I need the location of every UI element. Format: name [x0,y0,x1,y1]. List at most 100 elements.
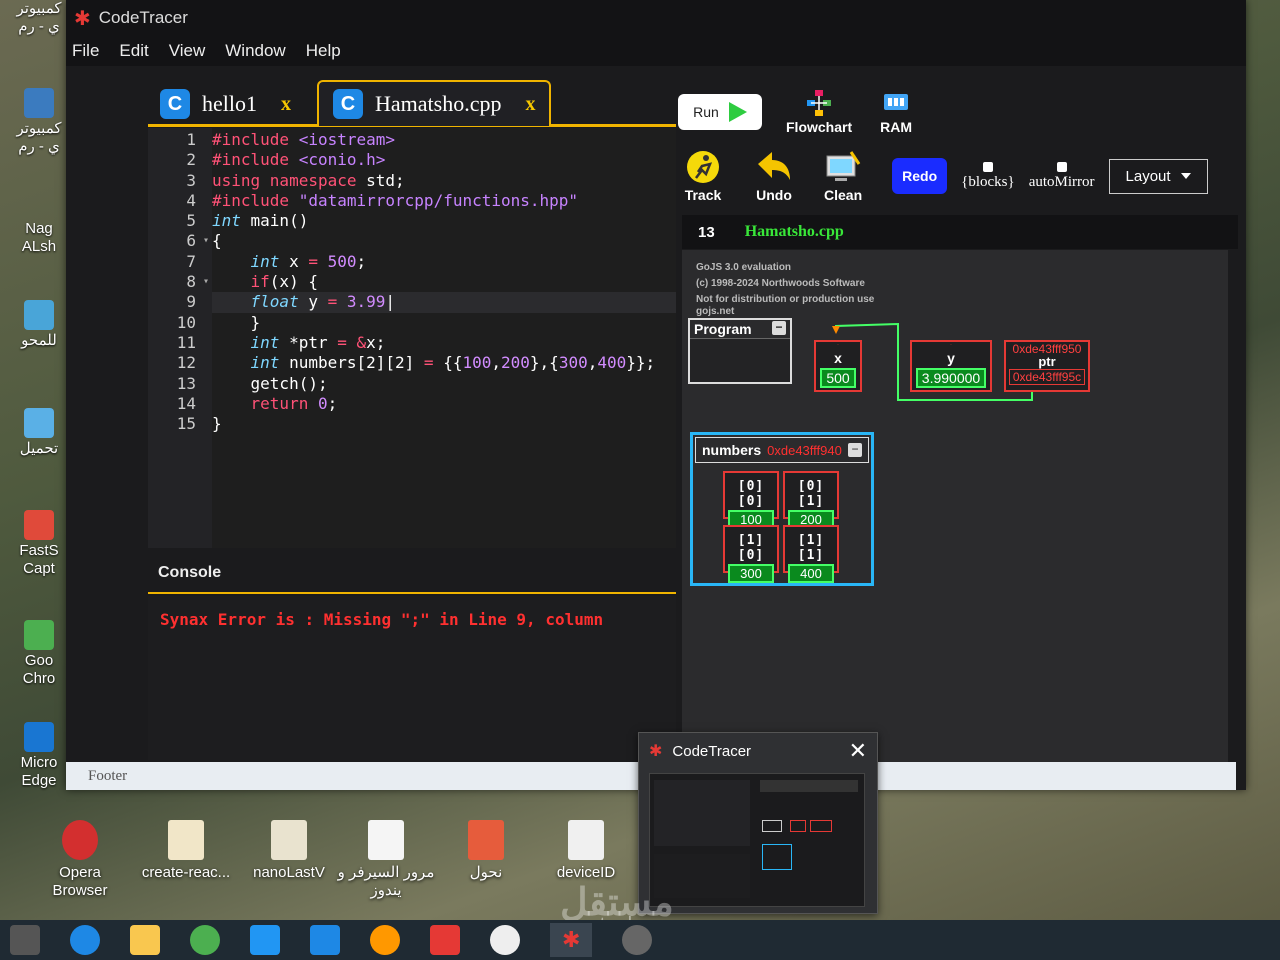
file-explorer-icon[interactable] [130,925,160,955]
gmail-icon[interactable] [430,925,460,955]
code-editor[interactable]: 1 2 3 4 5 6 ▾ 7 8 ▾ 9 10 11 12 13 14 15 #i… [148,128,676,548]
layout-dropdown[interactable]: Layout [1108,158,1208,194]
desktop-icon-label[interactable]: Goo Chro [2,620,76,688]
array-cell[interactable]: [0][1] 200 [783,471,839,529]
blocks-toggle[interactable]: {blocks} [961,161,1015,191]
desktop-icon-convert[interactable]: نحول [456,820,516,910]
fold-marker-icon[interactable]: ▾ [203,272,209,292]
code-line[interactable]: int *ptr = &x; [212,333,676,353]
code-token: }}; [626,353,656,373]
fold-marker-icon[interactable]: ▾ [203,231,209,251]
desktop-icon-label[interactable]: تحميل [2,408,76,458]
gojs-notice: GoJS 3.0 evaluation (c) 1998-2024 Northw… [696,262,875,317]
clean-monitor-icon [826,150,861,181]
edge-icon[interactable] [70,925,100,955]
desktop-icon-label[interactable]: للمحو [2,300,76,350]
code-line[interactable]: float y = 3.99| [212,292,676,313]
tab-close-button[interactable]: x [281,93,291,116]
track-button[interactable]: Track [682,150,724,203]
store-icon[interactable] [250,925,280,955]
code-line[interactable]: #include <conio.h> [212,150,676,170]
desktop-icon-label[interactable]: FastS Capt [2,510,76,578]
code-lines[interactable]: #include <iostream> #include <conio.h> usi… [212,128,676,548]
collapse-button[interactable]: − [848,443,862,457]
taskbar-window-preview[interactable]: ✱ CodeTracer ✕ [638,732,878,914]
code-line[interactable]: int numbers[2][2] = {{100,200},{300,400}… [212,353,676,373]
menu-edit[interactable]: Edit [119,41,148,61]
desktop-icon-label[interactable]: كمبيوتر ي - رم [2,88,76,156]
flowchart-button[interactable]: Flowchart [786,89,852,135]
codetracer-taskbar-button[interactable]: ✱ [550,923,593,957]
code-token: int [250,332,290,352]
chrome-icon[interactable] [190,925,220,955]
file-icon [271,820,307,860]
memory-diagram-canvas[interactable]: GoJS 3.0 evaluation (c) 1998-2024 Northw… [682,250,1228,762]
desktop-icon-label[interactable]: Nag ALsh [2,220,76,256]
document-icon [368,820,404,860]
code-line[interactable]: { [212,231,676,251]
code-line[interactable]: #include "datamirrorcpp/functions.hpp" [212,191,676,211]
code-line[interactable]: int x = 500; [212,252,676,272]
layout-label: Layout [1125,167,1171,185]
menu-help[interactable]: Help [306,41,341,61]
tab-close-button[interactable]: x [525,93,535,116]
tab-hello1[interactable]: C hello1 x [148,82,303,126]
desktop-icon-label[interactable]: Micro Edge [2,722,76,790]
toggle-checkbox[interactable] [982,161,993,172]
run-button[interactable]: Run [678,94,762,130]
line-number: 7 [186,251,196,271]
array-cell[interactable]: [1][1] 400 [783,525,839,583]
task-view-icon[interactable] [10,925,40,955]
array-cell[interactable]: [1][0] 300 [723,525,779,583]
undo-button[interactable]: Undo [756,150,792,203]
preview-title: CodeTracer [672,742,752,760]
menu-file[interactable]: File [72,41,99,61]
code-token: return [250,393,318,413]
code-line[interactable]: getch(); [212,374,676,394]
array-numbers-node[interactable]: numbers 0xde43fff940 − [0][0] 100 [0][1]… [690,432,874,586]
code-token: #include [212,130,299,149]
preview-thumbnail[interactable] [649,773,865,907]
line-number: 4 [186,190,196,210]
desktop-icon-opera[interactable]: Opera Browser [40,820,120,910]
automirror-toggle[interactable]: autoMirror [1029,161,1095,191]
tab-hamatsho-cpp[interactable]: C Hamatsho.cpp x [317,80,552,126]
settings-icon[interactable] [622,925,653,955]
line-number: 15 [176,414,196,434]
ram-icon [884,93,909,110]
code-line[interactable]: #include <iostream> [212,130,676,150]
pointer-ptr-node[interactable]: 0xde43fff950 ptr 0xde43fff95c [1004,340,1090,392]
github-icon[interactable] [490,925,520,955]
vscode-icon[interactable] [310,925,340,955]
redo-button[interactable]: Redo [892,158,948,194]
desktop-icon-nanolastv[interactable]: nanoLastV [244,820,334,910]
desktop-icon-server[interactable]: مرور السيرفر و يندوز [336,820,436,910]
ram-button[interactable]: RAM [880,90,912,135]
array-cell[interactable]: [0][0] 100 [723,471,779,529]
code-line[interactable]: using namespace std; [212,171,676,191]
clean-button[interactable]: Clean [824,150,862,203]
code-token: <iostream> [298,130,396,149]
variable-y-node[interactable]: · y 3.990000 [910,340,992,392]
code-line[interactable]: return 0; [212,394,676,414]
collapse-button[interactable]: − [772,321,786,335]
chrome-icon [24,620,54,650]
program-node[interactable]: Program − [688,318,792,384]
code-token: using [212,170,270,190]
menu-view[interactable]: View [169,41,206,61]
toggle-checkbox[interactable] [1056,161,1067,172]
code-token: 500 [327,251,357,271]
variable-x-node[interactable]: · x 500 [814,340,862,392]
close-icon[interactable]: ✕ [849,738,867,764]
code-line[interactable]: } [212,313,676,333]
desktop-icon-create-react[interactable]: create-reac... [136,820,236,910]
pointer-name: ptr [1038,354,1056,369]
computer-icon [24,88,54,118]
desktop-icon-label[interactable]: كمبيوتر ي - رم [2,0,76,36]
code-line[interactable]: } [212,414,676,434]
code-line[interactable]: if(x) { [212,272,676,292]
menu-window[interactable]: Window [225,41,285,61]
code-line[interactable]: int main() [212,211,676,231]
search-app-icon[interactable] [370,925,400,955]
